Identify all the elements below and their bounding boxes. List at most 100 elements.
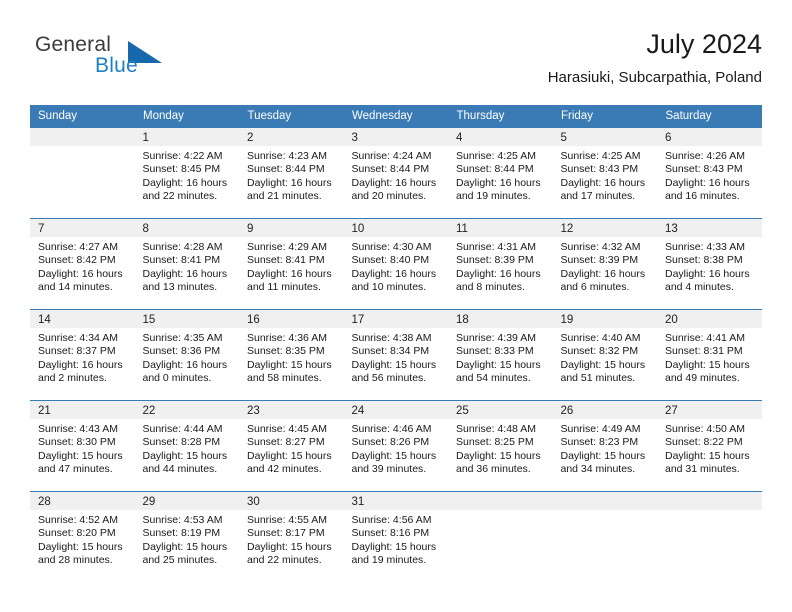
daylight-text-line2: and 44 minutes.	[142, 463, 218, 476]
daylight-text-line1: Daylight: 16 hours	[456, 267, 541, 280]
sunrise-text: Sunrise: 4:26 AM	[665, 150, 745, 162]
calendar-day-cell[interactable]: 12 Sunrise: 4:32 AM Sunset: 8:39 PM Dayligh…	[552, 218, 658, 310]
day-number: 5	[552, 128, 657, 146]
day-number: 22	[134, 401, 239, 419]
daylight-text-line2: and 25 minutes.	[142, 554, 218, 567]
calendar-day-cell[interactable]: 22 Sunrise: 4:44 AM Sunset: 8:28 PM Dayligh…	[134, 400, 239, 492]
page-title: July 2024	[646, 29, 762, 59]
calendar-day-cell-empty	[448, 491, 553, 582]
sunrise-text: Sunrise: 4:44 AM	[142, 423, 223, 435]
calendar-day-cell[interactable]: 14 Sunrise: 4:34 AM Sunset: 8:37 PM Dayligh…	[30, 309, 135, 401]
daylight-text-line2: and 42 minutes.	[247, 463, 322, 476]
calendar-day-cell[interactable]: 30 Sunrise: 4:55 AM Sunset: 8:17 PM Dayligh…	[239, 491, 344, 582]
day-sun-info: Sunrise: 4:50 AM Sunset: 8:22 PM Daylight:…	[657, 419, 762, 477]
sunset-text: Sunset: 8:44 PM	[456, 163, 534, 176]
sunset-text: Sunset: 8:40 PM	[351, 254, 430, 267]
sunset-text: Sunset: 8:41 PM	[142, 254, 221, 267]
weekday-header-saturday: Saturday	[657, 105, 762, 128]
daylight-text-line1: Daylight: 16 hours	[665, 176, 750, 189]
day-sun-info: Sunrise: 4:46 AM Sunset: 8:26 PM Daylight:…	[344, 419, 449, 477]
daylight-text-line1: Daylight: 15 hours	[247, 540, 332, 553]
sunset-text: Sunset: 8:39 PM	[456, 254, 534, 267]
calendar-day-cell[interactable]: 11 Sunrise: 4:31 AM Sunset: 8:39 PM Dayligh…	[448, 218, 553, 310]
day-number: 24	[343, 401, 448, 419]
sunrise-text: Sunrise: 4:25 AM	[456, 150, 536, 162]
day-cell-inner: 25 Sunrise: 4:48 AM Sunset: 8:25 PM Dayligh…	[448, 401, 553, 491]
calendar-day-cell[interactable]: 28 Sunrise: 4:52 AM Sunset: 8:20 PM Dayligh…	[30, 491, 135, 582]
daylight-text-line2: and 11 minutes.	[247, 281, 321, 294]
daylight-text-line1: Daylight: 15 hours	[142, 449, 228, 462]
calendar-day-cell[interactable]: 25 Sunrise: 4:48 AM Sunset: 8:25 PM Dayligh…	[448, 400, 553, 492]
sunrise-text: Sunrise: 4:23 AM	[247, 150, 327, 162]
calendar-day-cell[interactable]: 3 Sunrise: 4:24 AM Sunset: 8:44 PM Daylight…	[343, 127, 448, 219]
calendar-day-cell[interactable]: 6 Sunrise: 4:26 AM Sunset: 8:43 PM Daylight…	[657, 127, 762, 219]
sunset-text: Sunset: 8:35 PM	[247, 345, 325, 358]
day-number	[552, 492, 657, 510]
day-cell-inner: 8 Sunrise: 4:28 AM Sunset: 8:41 PM Daylight…	[134, 219, 239, 309]
day-number: 15	[134, 310, 239, 328]
calendar-day-cell[interactable]: 13 Sunrise: 4:33 AM Sunset: 8:38 PM Dayligh…	[657, 218, 762, 310]
day-cell-inner	[30, 128, 135, 218]
calendar-day-cell[interactable]: 1 Sunrise: 4:22 AM Sunset: 8:45 PM Daylight…	[134, 127, 239, 219]
sunset-text: Sunset: 8:25 PM	[456, 436, 534, 449]
calendar-day-cell[interactable]: 7 Sunrise: 4:27 AM Sunset: 8:42 PM Daylight…	[30, 218, 135, 310]
day-number: 16	[239, 310, 344, 328]
calendar-day-cell[interactable]: 27 Sunrise: 4:50 AM Sunset: 8:22 PM Dayligh…	[657, 400, 762, 492]
calendar-day-cell[interactable]: 8 Sunrise: 4:28 AM Sunset: 8:41 PM Daylight…	[134, 218, 239, 310]
calendar-day-cell[interactable]: 19 Sunrise: 4:40 AM Sunset: 8:32 PM Dayligh…	[552, 309, 657, 401]
calendar-day-cell[interactable]: 18 Sunrise: 4:39 AM Sunset: 8:33 PM Dayligh…	[448, 309, 553, 401]
day-cell-inner: 17 Sunrise: 4:38 AM Sunset: 8:34 PM Dayligh…	[343, 310, 448, 400]
daylight-text-line2: and 17 minutes.	[560, 190, 636, 203]
daylight-text-line1: Daylight: 15 hours	[351, 540, 437, 553]
day-number: 12	[552, 219, 657, 237]
day-number: 17	[343, 310, 448, 328]
day-number: 4	[448, 128, 553, 146]
daylight-text-line1: Daylight: 16 hours	[351, 267, 437, 280]
day-sun-info: Sunrise: 4:56 AM Sunset: 8:16 PM Daylight:…	[344, 510, 449, 568]
day-cell-inner	[448, 492, 553, 582]
calendar-day-cell[interactable]: 2 Sunrise: 4:23 AM Sunset: 8:44 PM Daylight…	[239, 127, 344, 219]
calendar-day-cell[interactable]: 29 Sunrise: 4:53 AM Sunset: 8:19 PM Dayligh…	[134, 491, 239, 582]
day-sun-info: Sunrise: 4:33 AM Sunset: 8:38 PM Daylight:…	[657, 237, 762, 295]
sunset-text: Sunset: 8:34 PM	[351, 345, 430, 358]
day-cell-inner: 30 Sunrise: 4:55 AM Sunset: 8:17 PM Dayligh…	[239, 492, 344, 582]
calendar-day-cell[interactable]: 16 Sunrise: 4:36 AM Sunset: 8:35 PM Dayligh…	[239, 309, 344, 401]
day-cell-inner: 28 Sunrise: 4:52 AM Sunset: 8:20 PM Dayligh…	[30, 492, 135, 582]
daylight-text-line1: Daylight: 15 hours	[560, 358, 646, 371]
daylight-text-line1: Daylight: 15 hours	[38, 540, 123, 553]
day-number: 21	[30, 401, 135, 419]
sunrise-text: Sunrise: 4:53 AM	[142, 514, 223, 526]
calendar-day-cell[interactable]: 21 Sunrise: 4:43 AM Sunset: 8:30 PM Dayligh…	[30, 400, 135, 492]
calendar-day-cell[interactable]: 17 Sunrise: 4:38 AM Sunset: 8:34 PM Dayligh…	[343, 309, 448, 401]
sunrise-text: Sunrise: 4:45 AM	[247, 423, 327, 435]
day-cell-inner: 23 Sunrise: 4:45 AM Sunset: 8:27 PM Dayligh…	[239, 401, 344, 491]
daylight-text-line2: and 14 minutes.	[38, 281, 113, 294]
calendar-day-cell[interactable]: 20 Sunrise: 4:41 AM Sunset: 8:31 PM Dayligh…	[657, 309, 762, 401]
daylight-text-line2: and 36 minutes.	[456, 463, 531, 476]
day-number: 9	[239, 219, 344, 237]
calendar-day-cell[interactable]: 24 Sunrise: 4:46 AM Sunset: 8:26 PM Dayligh…	[343, 400, 449, 492]
day-number: 13	[657, 219, 762, 237]
calendar-day-cell[interactable]: 5 Sunrise: 4:25 AM Sunset: 8:43 PM Daylight…	[552, 127, 657, 219]
calendar-day-cell[interactable]: 4 Sunrise: 4:25 AM Sunset: 8:44 PM Daylight…	[448, 127, 553, 219]
sunset-text: Sunset: 8:43 PM	[665, 163, 743, 176]
sunrise-text: Sunrise: 4:52 AM	[38, 514, 118, 526]
daylight-text-line1: Daylight: 15 hours	[665, 449, 750, 462]
daylight-text-line1: Daylight: 16 hours	[247, 176, 332, 189]
day-sun-info: Sunrise: 4:39 AM Sunset: 8:33 PM Daylight:…	[448, 328, 553, 386]
calendar-day-cell[interactable]: 9 Sunrise: 4:29 AM Sunset: 8:41 PM Daylight…	[239, 218, 344, 310]
day-number: 28	[30, 492, 135, 510]
day-sun-info: Sunrise: 4:32 AM Sunset: 8:39 PM Daylight:…	[553, 237, 658, 295]
calendar-day-cell[interactable]: 31 Sunrise: 4:56 AM Sunset: 8:16 PM Dayligh…	[343, 491, 449, 582]
sunrise-text: Sunrise: 4:31 AM	[456, 241, 536, 253]
calendar-day-cell[interactable]: 23 Sunrise: 4:45 AM Sunset: 8:27 PM Dayligh…	[239, 400, 344, 492]
daylight-text-line1: Daylight: 16 hours	[665, 267, 750, 280]
calendar-week-row: 14 Sunrise: 4:34 AM Sunset: 8:37 PM Dayligh…	[30, 309, 762, 401]
calendar-day-cell[interactable]: 26 Sunrise: 4:49 AM Sunset: 8:23 PM Dayligh…	[552, 400, 657, 492]
sunrise-text: Sunrise: 4:50 AM	[665, 423, 745, 435]
calendar-day-cell[interactable]: 10 Sunrise: 4:30 AM Sunset: 8:40 PM Dayligh…	[343, 218, 448, 310]
calendar-day-cell[interactable]: 15 Sunrise: 4:35 AM Sunset: 8:36 PM Dayligh…	[134, 309, 239, 401]
daylight-text-line2: and 8 minutes.	[456, 281, 525, 294]
day-number: 31	[343, 492, 448, 510]
sunrise-text: Sunrise: 4:39 AM	[456, 332, 536, 344]
